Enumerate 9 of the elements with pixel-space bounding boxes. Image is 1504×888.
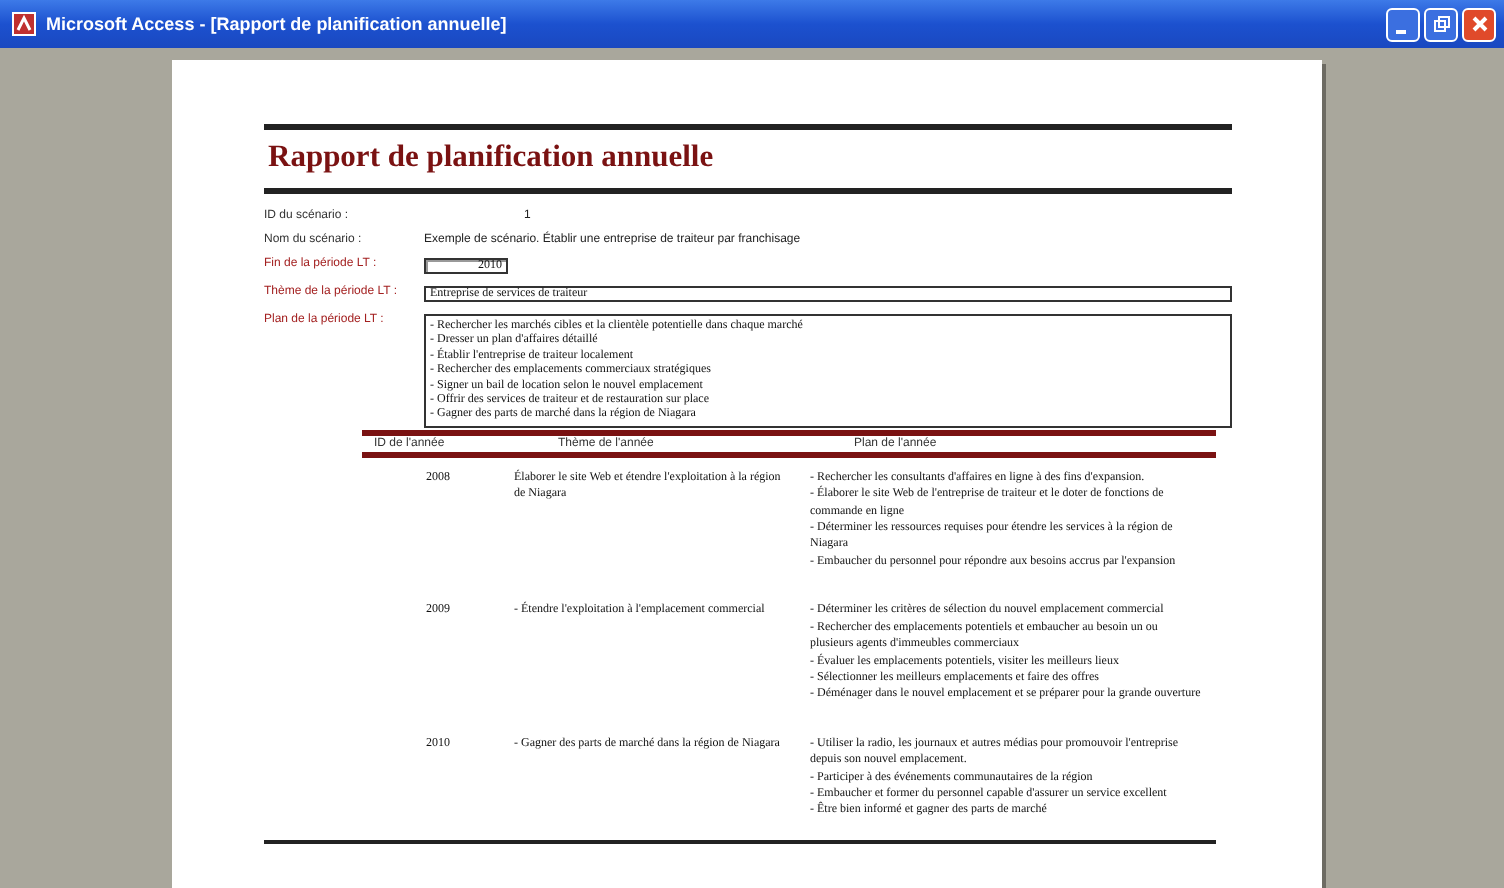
restore-icon	[1431, 14, 1451, 34]
close-icon	[1469, 14, 1489, 34]
close-button[interactable]	[1462, 7, 1496, 41]
window-title: Microsoft Access - [Rapport de planification annuelle]	[46, 14, 509, 34]
restore-button[interactable]	[1424, 7, 1458, 41]
app-icon	[12, 12, 36, 36]
minimize-icon	[1395, 29, 1405, 33]
minimize-button[interactable]	[1386, 7, 1420, 41]
report-title: Rapport de planification annuelle	[266, 138, 716, 178]
